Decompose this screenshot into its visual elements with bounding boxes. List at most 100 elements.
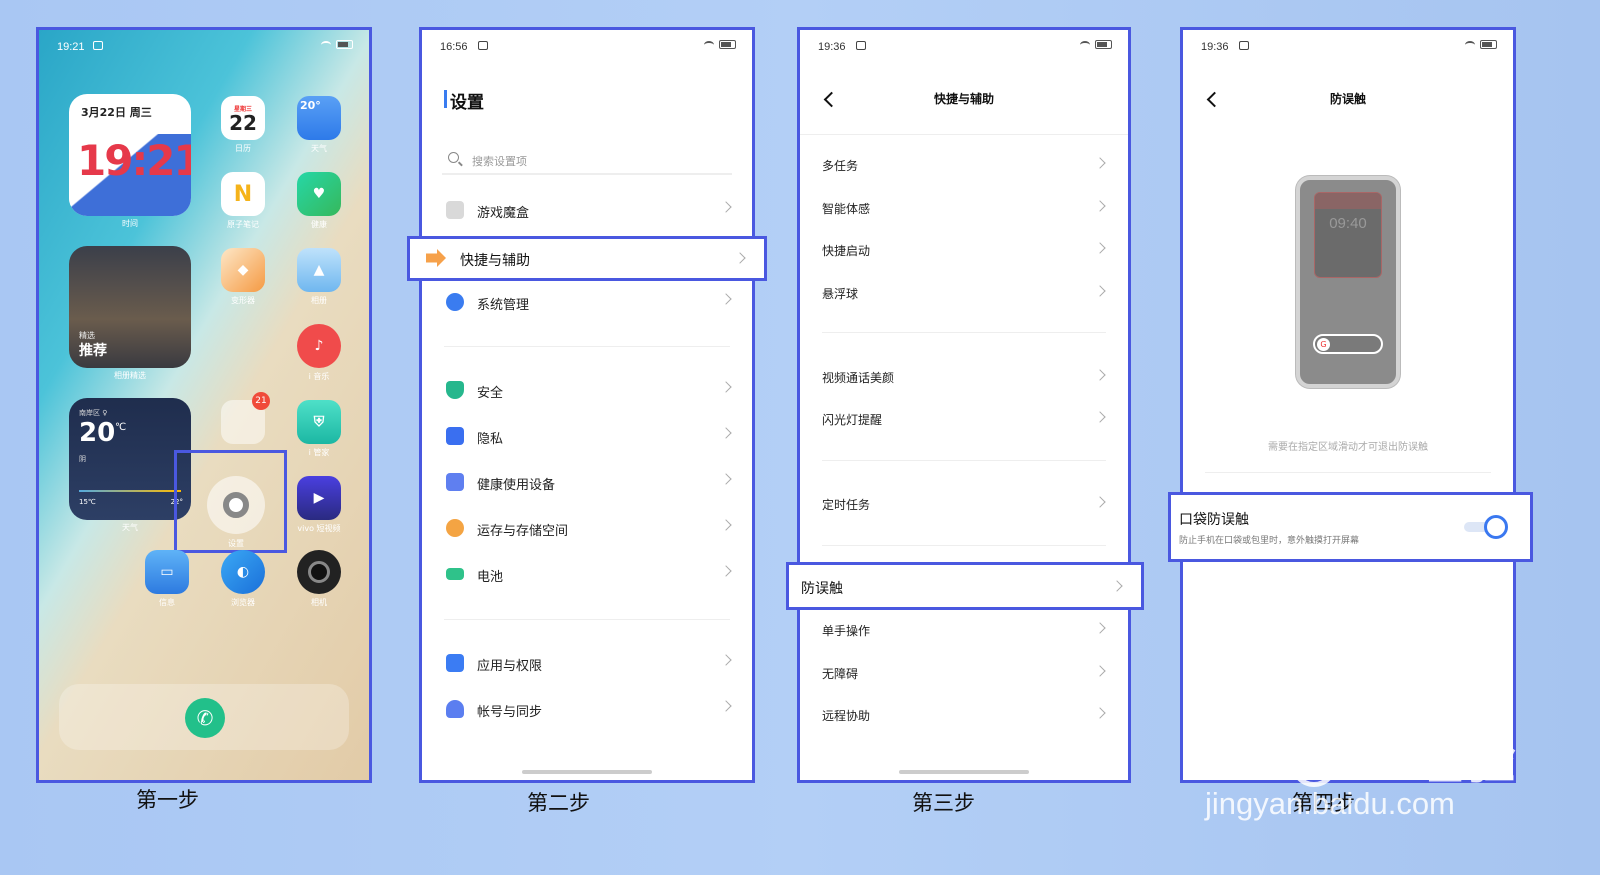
- status-time: 19:21: [57, 41, 85, 53]
- weather-widget-label: 天气: [122, 523, 138, 532]
- notification-icon: [93, 41, 103, 50]
- status-bar: 19:36: [1183, 30, 1513, 66]
- settings-item-health-use[interactable]: 健康使用设备: [422, 460, 752, 506]
- paw-icon: [1290, 741, 1337, 788]
- manager-app-icon[interactable]: ⛨: [297, 400, 341, 444]
- status-bar: 19:36: [800, 30, 1128, 66]
- illustration-slider: G: [1313, 334, 1383, 354]
- phone-call-icon[interactable]: ✆: [185, 698, 225, 738]
- settings-item-game[interactable]: 游戏魔盒: [422, 188, 752, 234]
- list-item[interactable]: 远程协助: [800, 694, 1128, 736]
- calendar-label: 日历: [235, 144, 251, 153]
- hourglass-icon: [446, 473, 464, 491]
- phone-shortcuts: 19:36 快捷与辅助 多任务 智能体感 快捷启动 悬浮球 视频通话美颜 闪光灯…: [797, 27, 1131, 783]
- watermark-logo: Bai du 经验: [1205, 732, 1517, 790]
- camera-app-icon[interactable]: [297, 550, 341, 594]
- chevron-right-icon: [720, 293, 732, 305]
- chevron-right-icon: [1094, 496, 1106, 508]
- health-app-icon[interactable]: ♥: [297, 172, 341, 216]
- settings-item-account[interactable]: 帐号与同步: [422, 687, 752, 733]
- clock-widget[interactable]: 3月22日 周三 19:21: [69, 94, 191, 216]
- list-item[interactable]: 视频通话美颜: [800, 356, 1128, 398]
- music-app-icon[interactable]: ♪: [297, 324, 341, 368]
- list-item[interactable]: 无障碍: [800, 652, 1128, 694]
- list-item-anti-mistouch[interactable]: 防误触: [786, 562, 1144, 610]
- pocket-mode-toggle[interactable]: [1464, 515, 1508, 539]
- wifi-icon: [704, 40, 714, 49]
- list-item[interactable]: 定时任务: [800, 483, 1128, 525]
- list-item[interactable]: 智能体感: [800, 187, 1128, 229]
- settings-highlight-box: [174, 450, 287, 553]
- chevron-right-icon: [720, 201, 732, 213]
- settings-item-system[interactable]: 系统管理: [422, 280, 752, 326]
- settings-item-privacy[interactable]: 隐私: [422, 414, 752, 460]
- video-app-icon[interactable]: ▶: [297, 476, 341, 520]
- messages-app-icon[interactable]: ▭: [145, 550, 189, 594]
- status-time: 16:56: [440, 41, 468, 53]
- status-time: 19:36: [1201, 41, 1229, 53]
- battery-icon: [719, 40, 736, 49]
- settings-item-security[interactable]: 安全: [422, 368, 752, 414]
- status-bar: 19:21: [39, 30, 369, 66]
- chevron-right-icon: [720, 700, 732, 712]
- chevron-right-icon: [1094, 369, 1106, 381]
- apps-grid-icon: [446, 654, 464, 672]
- notes-app-icon[interactable]: N: [221, 172, 265, 216]
- phone-settings: 16:56 设置 搜索设置项 游戏魔盒 系统管理 安全 隐私 健康使用设备 运存…: [419, 27, 755, 783]
- chevron-right-icon: [1094, 707, 1106, 719]
- cube-app-label: 变形器: [231, 296, 255, 305]
- messages-app-label: 信息: [159, 598, 175, 607]
- step-2-label: 第二步: [527, 791, 590, 815]
- chevron-right-icon: [1094, 622, 1106, 634]
- chevron-right-icon: [734, 252, 746, 264]
- settings-item-shortcuts[interactable]: 快捷与辅助: [407, 236, 767, 281]
- phone-anti-mistouch: 19:36 防误触 09:40 G 需要在指定区域滑动才可退出防误触: [1180, 27, 1516, 783]
- home-indicator: [899, 770, 1029, 774]
- user-icon: [446, 700, 464, 718]
- photo-widget-label: 相册精选: [114, 371, 146, 380]
- cube-app-icon[interactable]: ◆: [221, 248, 265, 292]
- phone-illustration: 09:40 G: [1296, 176, 1400, 388]
- chevron-right-icon: [1111, 580, 1123, 592]
- chevron-right-icon: [1094, 411, 1106, 423]
- chevron-right-icon: [1094, 285, 1106, 297]
- status-time: 19:36: [818, 41, 846, 53]
- chevron-right-icon: [720, 654, 732, 666]
- settings-item-battery[interactable]: 电池: [422, 552, 752, 598]
- weather-widget[interactable]: 南岸区 ♀ 20 ℃ 阴 15℃ 22°: [69, 398, 191, 520]
- gallery-app-label: 相册: [311, 296, 327, 305]
- page-title: 快捷与辅助: [933, 92, 994, 106]
- pocket-mode-setting: 口袋防误触 防止手机在口袋或包里时，意外触摸打开屏幕: [1168, 492, 1533, 562]
- chevron-right-icon: [1094, 157, 1106, 169]
- step-1-label: 第一步: [136, 788, 199, 812]
- status-bar: 16:56: [422, 30, 752, 66]
- arrow-right-icon: [426, 249, 446, 267]
- list-item[interactable]: 闪光灯提醒: [800, 398, 1128, 440]
- widget-clock: 19:21: [77, 136, 191, 185]
- list-item[interactable]: 悬浮球: [800, 272, 1128, 314]
- calendar-icon[interactable]: 星期三 22: [221, 96, 265, 140]
- search-input[interactable]: 搜索设置项: [442, 145, 732, 175]
- list-item[interactable]: 快捷启动: [800, 229, 1128, 271]
- battery-icon: [1095, 40, 1112, 49]
- folder-badge: 21: [252, 392, 270, 410]
- gallery-app-icon[interactable]: ▲: [297, 248, 341, 292]
- camera-app-label: 相机: [311, 598, 327, 607]
- chevron-right-icon: [720, 473, 732, 485]
- wifi-icon: [1080, 40, 1090, 49]
- list-item[interactable]: 单手操作: [800, 609, 1128, 651]
- settings-item-apps[interactable]: 应用与权限: [422, 641, 752, 687]
- settings-item-storage[interactable]: 运存与存储空间: [422, 506, 752, 552]
- list-item[interactable]: 多任务: [800, 144, 1128, 186]
- battery-icon: [336, 40, 353, 49]
- browser-app-icon[interactable]: ◐: [221, 550, 265, 594]
- chevron-right-icon: [1094, 200, 1106, 212]
- notification-icon: [856, 41, 866, 50]
- weather-app-icon[interactable]: 20°: [297, 96, 341, 140]
- notes-app-label: 原子笔记: [227, 220, 259, 229]
- health-app-label: 健康: [311, 220, 327, 229]
- photo-widget[interactable]: 精选 推荐: [69, 246, 191, 368]
- phone-home-screen: 19:21 3月22日 周三 19:21 时间 星期三 22 日历 20° 天气…: [36, 27, 372, 783]
- home-indicator: [522, 770, 652, 774]
- battery-icon: [446, 568, 464, 580]
